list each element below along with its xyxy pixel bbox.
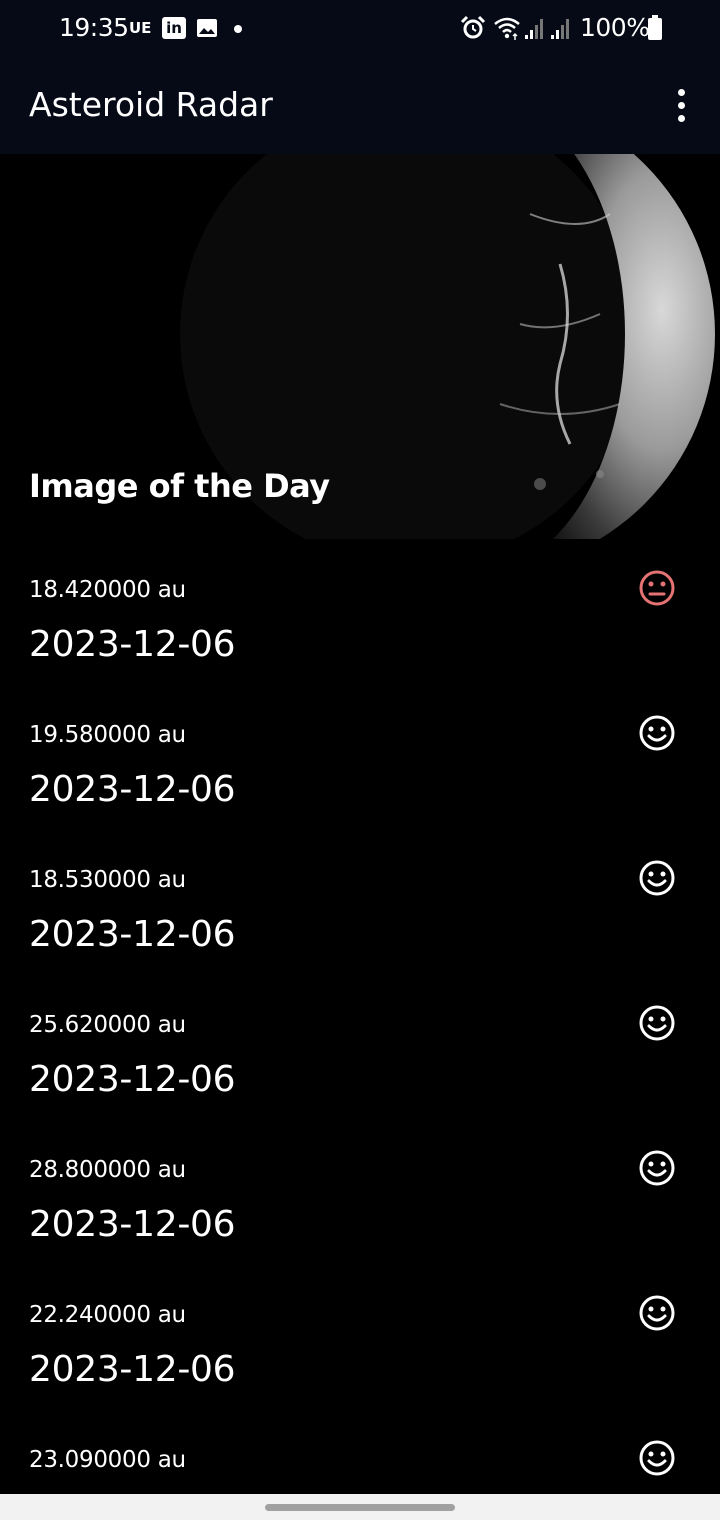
asteroid-distance: 28.800000 au — [29, 1157, 186, 1183]
happy-face-icon — [639, 1440, 675, 1476]
overflow-dot-icon — [677, 101, 685, 109]
asteroid-list-item[interactable]: 18.530000 au 2023-12-06 — [0, 829, 720, 974]
app-bar: Asteroid Radar — [0, 56, 720, 154]
asteroid-date: 2023-12-06 — [29, 1204, 236, 1245]
linkedin-icon: in — [162, 17, 186, 39]
status-bar: 19:35 UE in 100% — [0, 0, 720, 56]
asteroid-distance: 22.240000 au — [29, 1302, 186, 1328]
status-time: 19:35 — [59, 13, 129, 42]
asteroid-date: 2023-12-06 — [29, 1349, 236, 1390]
image-of-the-day-title: Image of the Day — [29, 467, 330, 505]
asteroid-date: 2023-12-06 — [29, 914, 236, 955]
asteroid-distance: 18.420000 au — [29, 577, 186, 603]
battery-percent: 100% — [580, 13, 650, 42]
asteroid-date: 2023-12-06 — [29, 624, 236, 665]
image-of-the-day[interactable]: Image of the Day — [0, 154, 720, 539]
asteroid-list-item[interactable]: 19.580000 au 2023-12-06 — [0, 684, 720, 829]
home-gesture-handle[interactable] — [265, 1504, 455, 1511]
battery-icon — [648, 15, 662, 40]
asteroid-list-item[interactable]: 25.620000 au 2023-12-06 — [0, 974, 720, 1119]
asteroid-date: 2023-12-06 — [29, 769, 236, 810]
happy-face-icon — [639, 715, 675, 751]
asteroid-distance: 23.090000 au — [29, 1447, 186, 1473]
app-title: Asteroid Radar — [29, 85, 273, 124]
asteroid-list-item[interactable]: 28.800000 au 2023-12-06 — [0, 1119, 720, 1264]
happy-face-icon — [639, 860, 675, 896]
asteroid-date: 2023-12-06 — [29, 1059, 236, 1100]
overflow-dot-icon — [677, 88, 685, 96]
happy-face-icon — [639, 1005, 675, 1041]
happy-face-icon — [639, 1295, 675, 1331]
alarm-icon — [460, 15, 486, 39]
asteroid-distance: 18.530000 au — [29, 867, 186, 893]
navigation-bar — [0, 1494, 720, 1520]
signal-icon — [525, 19, 543, 39]
asteroid-list-item[interactable]: 23.090000 au — [0, 1409, 720, 1494]
neutral-face-icon — [639, 570, 675, 606]
asteroid-list-item[interactable]: 22.240000 au 2023-12-06 — [0, 1264, 720, 1409]
overflow-menu-button[interactable] — [662, 83, 700, 127]
wifi-icon — [494, 17, 520, 40]
happy-face-icon — [639, 1150, 675, 1186]
asteroid-distance: 25.620000 au — [29, 1012, 186, 1038]
signal-icon-2 — [551, 19, 569, 39]
notification-dot-icon — [234, 25, 242, 33]
gallery-icon — [197, 19, 217, 37]
asteroid-distance: 19.580000 au — [29, 722, 186, 748]
overflow-dot-icon — [677, 114, 685, 122]
asteroid-list-item[interactable]: 18.420000 au 2023-12-06 — [0, 539, 720, 684]
carrier-tag: UE — [129, 19, 152, 37]
